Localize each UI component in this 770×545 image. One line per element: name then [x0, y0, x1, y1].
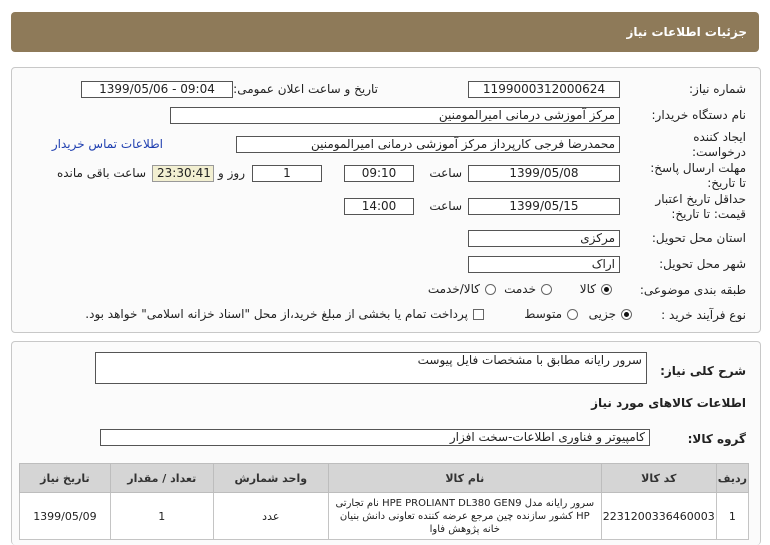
city-label: شهر محل تحویل:	[659, 257, 746, 271]
creator-field: محمدرضا فرجی کارپرداز مرکز آموزشی درمانی…	[236, 136, 620, 153]
page-header: جزئیات اطلاعات نیاز	[11, 12, 759, 52]
validity-label-line2: قیمت: تا تاریخ:	[671, 207, 746, 221]
validity-label-line1: حداقل تاریخ اعتبار	[655, 192, 746, 206]
days-remaining-field: 1	[252, 165, 322, 182]
cell-code: 2231200336460003	[600, 492, 717, 540]
city-field: اراک	[468, 256, 620, 273]
page-title: جزئیات اطلاعات نیاز	[626, 25, 747, 39]
cell-name: سرور رایانه مدل HPE PROLIANT DL380 GEN9 …	[327, 492, 602, 540]
cell-unit: عدد	[212, 492, 329, 540]
province-label: استان محل تحویل:	[651, 231, 746, 245]
deadline-date-field: 1399/05/08	[468, 165, 620, 182]
table-row: 1 2231200336460003 سرور رایانه مدل HPE P…	[19, 492, 750, 540]
validity-date-field: 1399/05/15	[468, 198, 620, 215]
col-code: کد کالا	[600, 463, 717, 493]
remaining-time-field: 23:30:41	[152, 165, 214, 182]
goods-group-label: گروه کالا:	[687, 432, 746, 446]
col-row: ردیف	[715, 463, 750, 493]
buyer-org-field: مرکز آموزشی درمانی امیرالمومنین	[170, 107, 620, 124]
validity-time-field: 14:00	[344, 198, 414, 215]
treasury-payment-checkbox[interactable]	[473, 309, 484, 320]
category-option-service: خدمت	[504, 282, 536, 296]
category-option-goods: کالا	[579, 282, 596, 296]
col-date: تاریخ نیاز	[19, 463, 111, 493]
description-field: سرور رایانه مطابق با مشخصات فایل پیوست	[95, 352, 647, 384]
treasury-payment-note: پرداخت تمام یا بخشی از مبلغ خرید،از محل …	[85, 307, 468, 321]
deadline-label-line2: تا تاریخ:	[707, 176, 746, 190]
announce-datetime-label: تاریخ و ساعت اعلان عمومی:	[233, 82, 378, 96]
process-option-medium: متوسط	[524, 307, 562, 321]
cell-date: 1399/05/09	[19, 492, 111, 540]
process-radio-minor[interactable]	[621, 309, 632, 320]
cell-row: 1	[715, 492, 750, 540]
category-radio-goods-service[interactable]	[485, 284, 496, 295]
process-radio-medium[interactable]	[567, 309, 578, 320]
category-radio-goods[interactable]	[601, 284, 612, 295]
need-number-label: شماره نیاز:	[689, 82, 746, 96]
category-option-goods-service: کالا/خدمت	[427, 282, 480, 296]
need-number-field: 1199000312000624	[468, 81, 620, 98]
goods-table-header: ردیف کد کالا نام کالا واحد شمارش تعداد /…	[19, 463, 750, 493]
deadline-time-label: ساعت	[429, 166, 462, 180]
creator-label-line2: درخواست:	[692, 145, 746, 159]
announce-datetime-field: 1399/05/06 - 09:04	[81, 81, 233, 98]
goods-section-title: اطلاعات کالاهای مورد نیاز	[591, 396, 746, 410]
category-label: طبقه بندی موضوعی:	[639, 283, 746, 297]
deadline-label-line1: مهلت ارسال پاسخ:	[650, 161, 746, 175]
col-unit: واحد شمارش	[212, 463, 329, 493]
buyer-org-label: نام دستگاه خریدار:	[651, 108, 747, 122]
need-info-panel: شماره نیاز: 1199000312000624 تاریخ و ساع…	[11, 67, 761, 333]
col-name: نام کالا	[327, 463, 602, 493]
validity-time-label: ساعت	[429, 199, 462, 213]
process-option-minor: جزیی	[588, 307, 616, 321]
goods-group-field: کامپیوتر و فناوری اطلاعات-سخت افزار	[100, 429, 650, 446]
creator-label-line1: ایجاد کننده	[693, 130, 746, 144]
description-label: شرح کلی نیاز:	[660, 364, 746, 378]
remaining-time-label: ساعت باقی مانده	[56, 166, 146, 180]
process-type-label: نوع فرآیند خرید :	[661, 308, 746, 322]
goods-table: ردیف کد کالا نام کالا واحد شمارش تعداد /…	[19, 463, 750, 540]
province-field: مرکزی	[468, 230, 620, 247]
days-label: روز و	[218, 166, 245, 180]
deadline-time-field: 09:10	[344, 165, 414, 182]
col-qty: تعداد / مقدار	[109, 463, 214, 493]
category-radio-service[interactable]	[541, 284, 552, 295]
cell-qty: 1	[109, 492, 214, 540]
buyer-contact-link[interactable]: اطلاعات تماس خریدار	[52, 137, 163, 151]
